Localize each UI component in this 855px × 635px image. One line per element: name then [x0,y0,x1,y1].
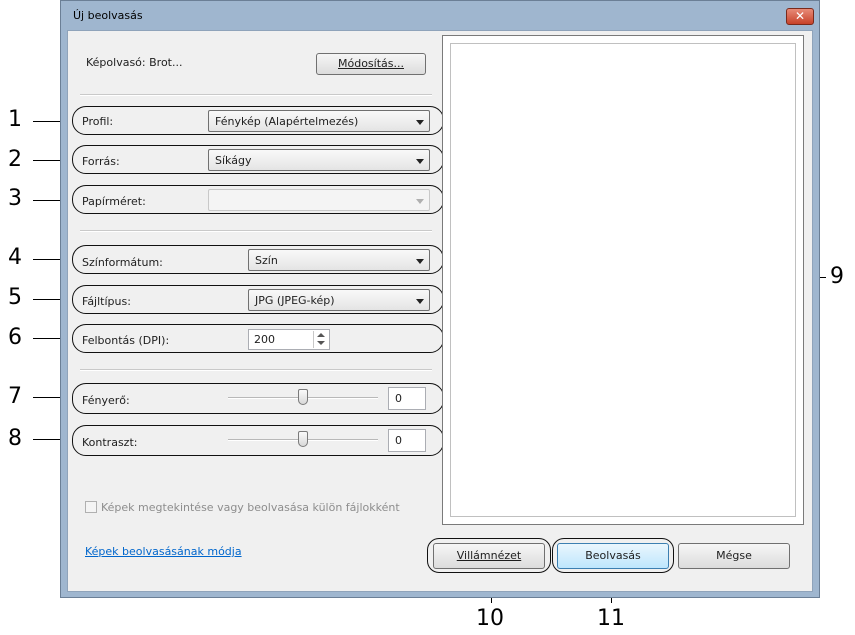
profile-label: Profil: [82,115,114,128]
file-type-value: JPG (JPEG-kép) [255,294,335,307]
chevron-down-icon [416,299,424,304]
chevron-down-icon [416,120,424,125]
resolution-input[interactable]: 200 [248,329,330,350]
source-value: Síkágy [215,154,252,167]
brightness-slider-thumb[interactable] [298,389,308,405]
callout-2: 2 [8,147,22,172]
callout-7: 7 [8,384,22,409]
color-format-select[interactable]: Szín [248,249,430,271]
file-type-label: Fájltípus: [82,295,131,308]
brightness-value: 0 [395,392,402,405]
chevron-down-icon [416,259,424,264]
contrast-label: Kontraszt: [82,436,138,449]
profile-value: Fénykép (Alapértelmezés) [215,115,359,128]
paper-size-select[interactable] [208,189,430,211]
preview-pane [450,43,796,517]
close-icon: ✕ [794,9,806,23]
color-format-value: Szín [255,254,278,267]
profile-select[interactable]: Fénykép (Alapértelmezés) [208,110,430,132]
callout-10: 10 [476,606,504,631]
resolution-value: 200 [254,333,275,346]
callout-1: 1 [8,107,22,132]
callout-6: 6 [8,325,22,350]
separator-lower [80,369,432,371]
change-scanner-button[interactable]: Módosítás... [316,53,426,75]
callout-4: 4 [8,245,22,270]
callout-5: 5 [8,285,22,310]
contrast-slider-thumb[interactable] [298,431,308,447]
brightness-label: Fényerő: [82,394,130,407]
contrast-input[interactable]: 0 [388,429,426,452]
title-bar: Új beolvasás ✕ [61,1,819,31]
preview-button-label: Villámnézet [456,549,522,562]
resolution-label: Felbontás (DPI): [82,334,170,347]
new-scan-dialog: Új beolvasás ✕ Képolvasó: Brot... Módosí… [60,0,820,598]
separate-files-checkbox[interactable] [85,501,97,513]
callout-3: 3 [8,186,22,211]
separator-middle [80,230,432,232]
separate-files-label: Képek megtekintése vagy beolvasása külön… [101,501,400,514]
scan-button-label: Beolvasás [585,549,641,562]
resolution-stepper[interactable] [313,331,328,348]
paper-size-label: Papírméret: [82,195,146,208]
cancel-button[interactable]: Mégse [678,543,790,569]
source-select[interactable]: Síkágy [208,149,430,171]
dialog-client-area: Képolvasó: Brot... Módosítás... Profil: … [67,30,813,592]
preview-area [442,35,804,525]
chevron-down-icon [416,199,424,204]
source-label: Forrás: [82,155,120,168]
close-button[interactable]: ✕ [786,8,814,25]
file-type-select[interactable]: JPG (JPEG-kép) [248,289,430,311]
contrast-value: 0 [395,434,402,447]
cancel-button-label: Mégse [716,549,752,562]
callout-9: 9 [830,264,844,289]
scanner-label: Képolvasó: Brot... [86,56,183,69]
callout-8: 8 [8,426,22,451]
scan-help-link[interactable]: Képek beolvasásának módja [85,545,242,558]
color-format-label: Színformátum: [82,256,163,269]
brightness-input[interactable]: 0 [388,387,426,410]
change-scanner-label: Módosítás... [338,57,404,70]
separator-top [80,94,432,96]
stepper-down-icon[interactable] [317,341,325,345]
stepper-up-icon[interactable] [317,333,325,337]
dialog-title: Új beolvasás [73,9,143,22]
callout-11: 11 [597,606,625,631]
scan-button[interactable]: Beolvasás [557,543,669,569]
preview-button[interactable]: Villámnézet [433,543,545,569]
chevron-down-icon [416,159,424,164]
